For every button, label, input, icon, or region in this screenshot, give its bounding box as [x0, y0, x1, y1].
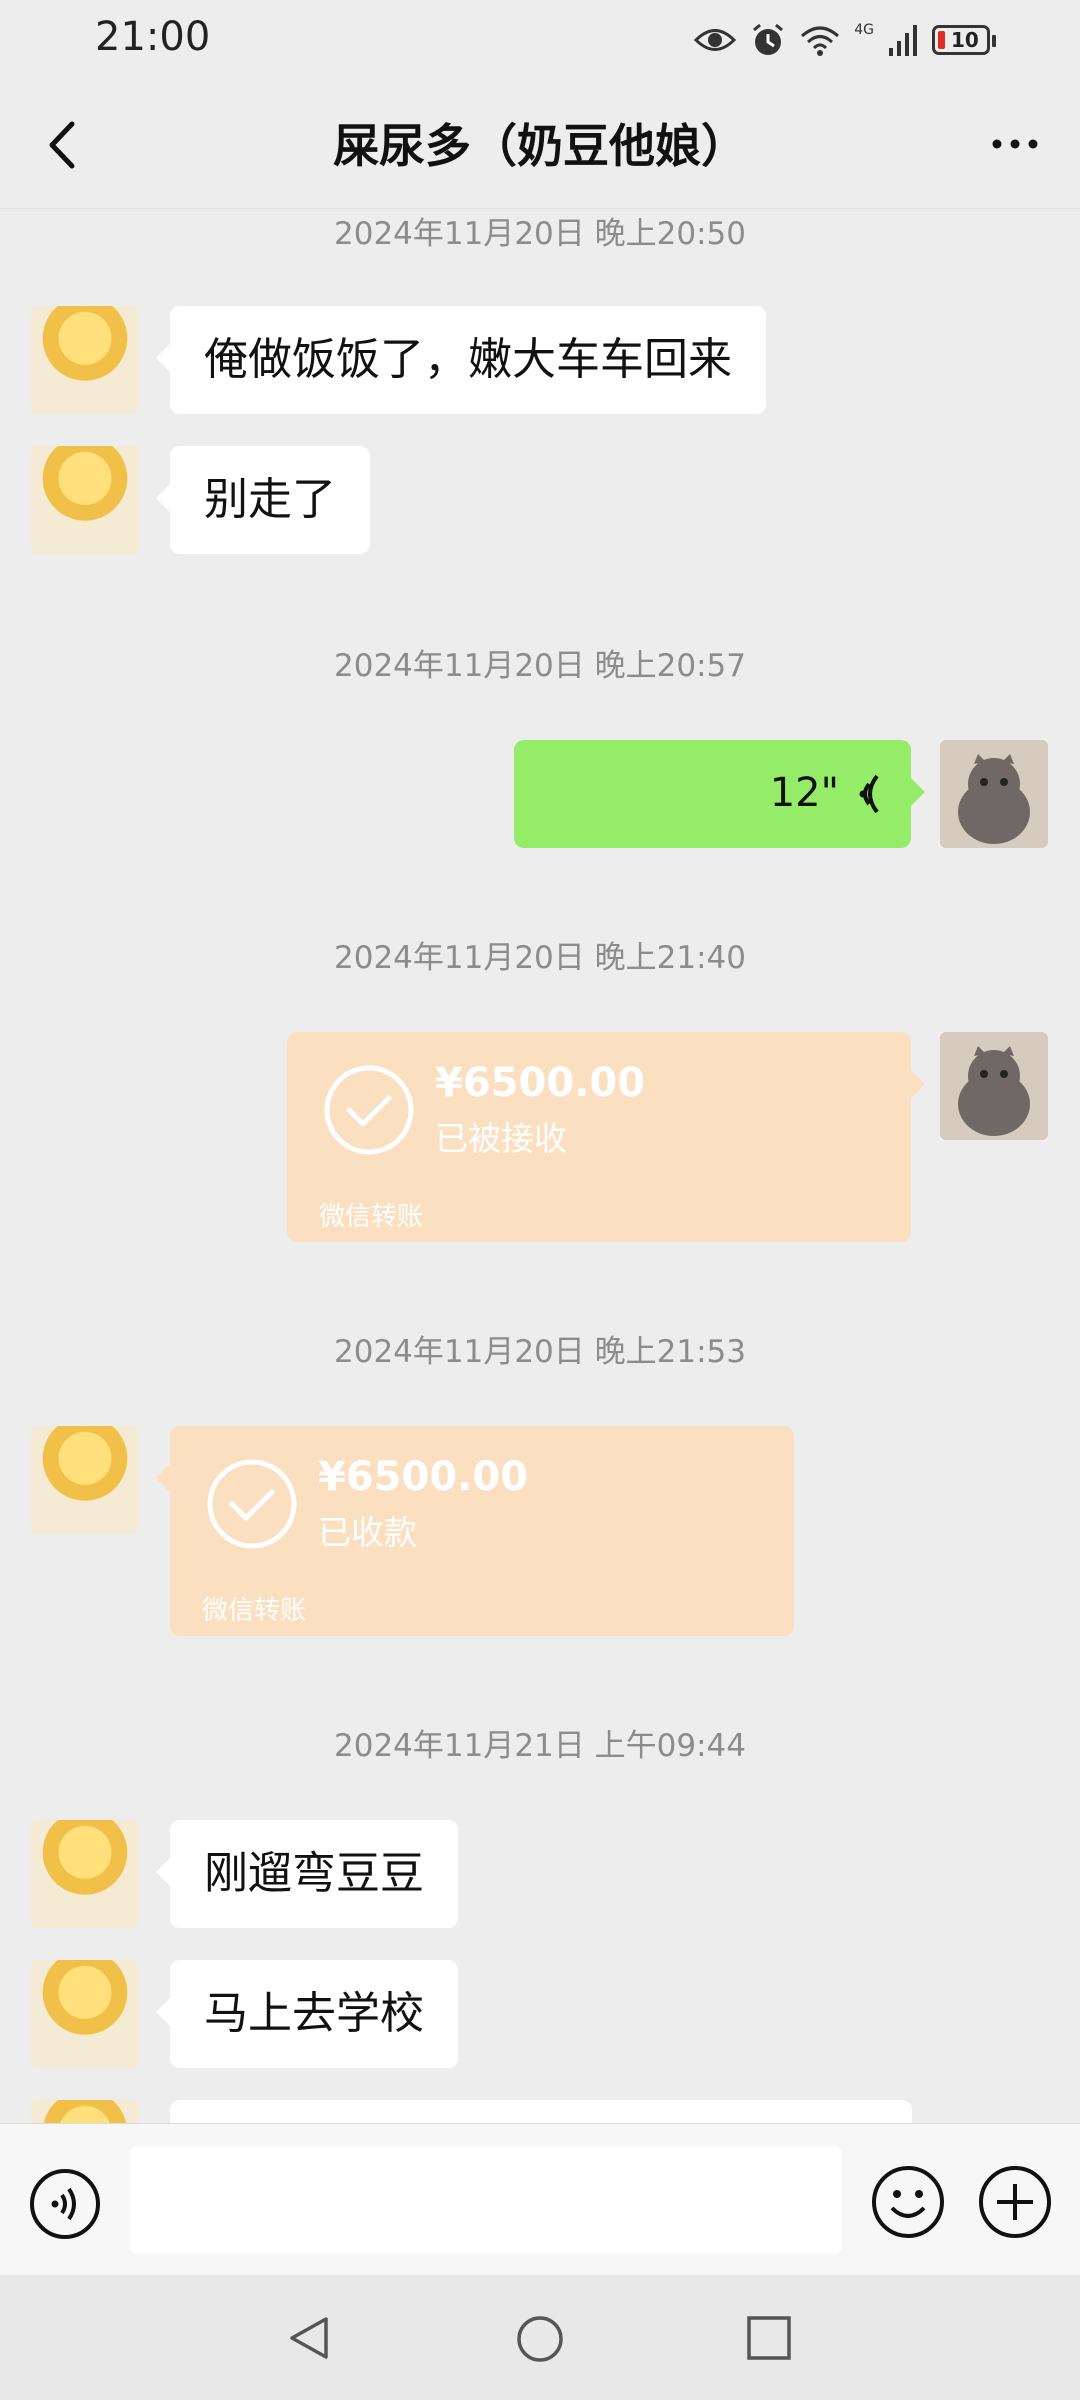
message-timestamp: 2024年11月20日 晚上21:53 [334, 1334, 746, 1370]
cat-avatar-image [958, 1046, 1030, 1136]
contact-avatar[interactable] [31, 1960, 139, 2068]
status-bar: 21:00 4G 10 [0, 0, 1080, 80]
transfer-status: 已被接收 [435, 1119, 567, 1158]
network-type: 4G [854, 22, 874, 38]
my-avatar[interactable] [940, 740, 1048, 848]
check-circle-icon [207, 1459, 297, 1549]
battery-level: 10 [951, 28, 979, 52]
contact-avatar[interactable] [31, 446, 139, 554]
voice-input-icon[interactable] [28, 2167, 102, 2241]
voice-duration: 12" [769, 770, 839, 816]
transfer-label: 微信转账 [319, 1202, 424, 1232]
received-message[interactable] [170, 2100, 912, 2123]
transfer-amount: ¥6500.00 [318, 1454, 529, 1500]
received-message[interactable]: 俺做饭饭了，嫩大车车回来 [156, 306, 766, 414]
transfer-card[interactable]: ¥6500.00 已收款 微信转账 [156, 1426, 794, 1636]
check-circle-icon [324, 1065, 414, 1155]
contact-avatar[interactable] [31, 1820, 139, 1928]
plus-icon[interactable] [977, 2164, 1053, 2240]
message-input[interactable] [130, 2146, 842, 2254]
more-icon[interactable] [980, 114, 1050, 174]
message-timestamp: 2024年11月21日 上午09:44 [334, 1728, 746, 1764]
transfer-amount: ¥6500.00 [435, 1060, 646, 1106]
contact-avatar[interactable] [31, 2100, 139, 2123]
chat-header: 屎尿多（奶豆他娘） [0, 80, 1080, 209]
voice-wave-icon [859, 774, 879, 814]
system-nav-bar [0, 2275, 1080, 2400]
status-time: 21:00 [95, 14, 211, 60]
voice-message[interactable]: 12" [514, 740, 925, 848]
received-message[interactable]: 别走了 [156, 446, 370, 554]
chat-title: 屎尿多（奶豆他娘） [333, 119, 747, 173]
status-icons: 4G 10 [694, 20, 996, 60]
contact-avatar[interactable] [31, 1426, 139, 1534]
eye-icon [694, 29, 737, 51]
received-message[interactable]: 马上去学校 [156, 1960, 458, 2068]
message-timestamp: 2024年11月20日 晚上20:50 [334, 216, 746, 252]
back-triangle-icon[interactable] [286, 2315, 332, 2361]
message-timestamp: 2024年11月20日 晚上21:40 [334, 940, 746, 976]
cat-avatar-image [958, 754, 1030, 844]
alarm-icon [753, 23, 784, 55]
transfer-status: 已收款 [318, 1513, 417, 1552]
my-avatar[interactable] [940, 1032, 1048, 1140]
message-timestamp: 2024年11月20日 晚上20:57 [334, 648, 746, 684]
chat-messages[interactable]: 2024年11月20日 晚上20:50 俺做饭饭了，嫩大车车回来 别走了 202… [0, 208, 1080, 2123]
signal-icon [889, 25, 917, 56]
recents-square-icon[interactable] [746, 2315, 792, 2361]
battery-icon: 10 [932, 25, 996, 55]
input-bar [0, 2123, 1080, 2276]
transfer-label: 微信转账 [202, 1596, 307, 1626]
wifi-icon [801, 26, 840, 56]
contact-avatar[interactable] [31, 306, 139, 414]
transfer-card[interactable]: ¥6500.00 已被接收 微信转账 [287, 1032, 925, 1242]
home-circle-icon[interactable] [516, 2315, 564, 2363]
emoji-icon[interactable] [870, 2164, 946, 2240]
received-message[interactable]: 刚遛弯豆豆 [156, 1820, 458, 1928]
